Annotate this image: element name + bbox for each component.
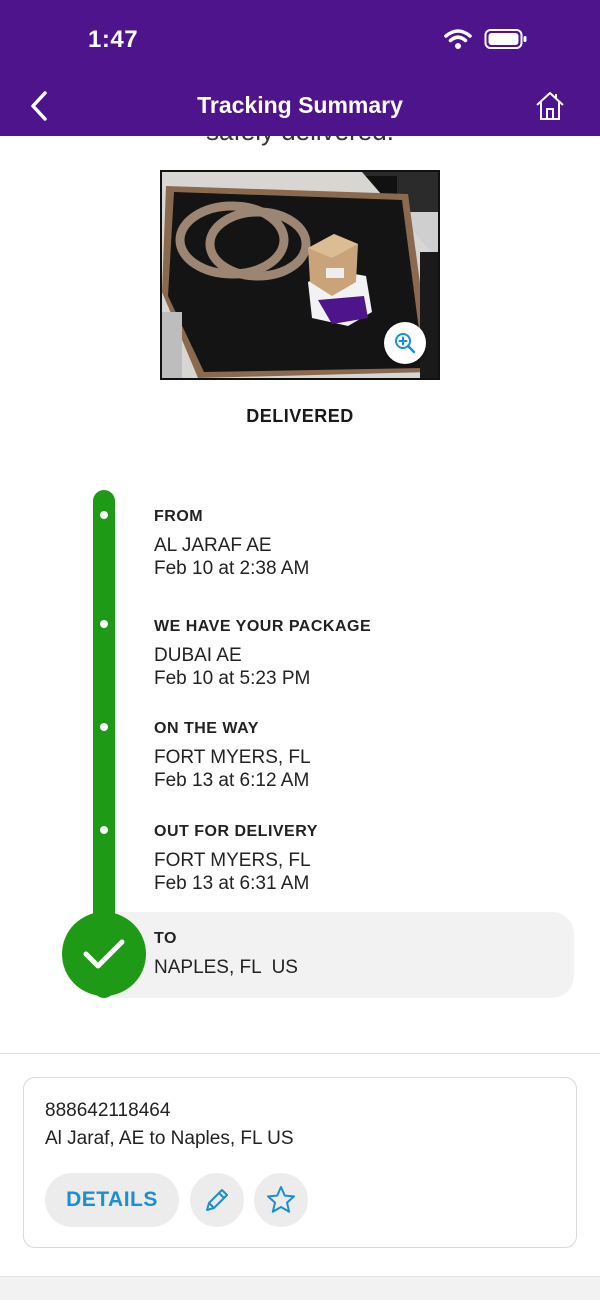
- status-icons: [444, 28, 528, 50]
- step-location: FORT MYERS, FL: [154, 747, 311, 768]
- timeline-dot: [100, 511, 108, 519]
- favorite-button[interactable]: [254, 1173, 308, 1227]
- status-time: 1:47: [88, 26, 139, 53]
- step-label: OUT FOR DELIVERY: [154, 823, 318, 840]
- timeline-step-from: FROM AL JARAF AE Feb 10 at 2:38 AM: [154, 508, 309, 580]
- shipment-route: Al Jaraf, AE to Naples, FL US: [45, 1128, 294, 1149]
- step-time: Feb 10 at 5:23 PM: [154, 668, 311, 689]
- battery-icon: [484, 29, 527, 49]
- step-time: Feb 10 at 2:38 AM: [154, 558, 310, 579]
- step-label: ON THE WAY: [154, 720, 259, 737]
- home-icon: [536, 92, 564, 120]
- delivery-heading: safely delivered.: [0, 136, 600, 147]
- step-label: WE HAVE YOUR PACKAGE: [154, 618, 372, 635]
- delivered-check-badge: [62, 912, 146, 996]
- timeline-step-picked-up: WE HAVE YOUR PACKAGE DUBAI AE Feb 10 at …: [154, 618, 371, 690]
- zoom-in-icon: [395, 333, 416, 354]
- checkmark-icon: [83, 939, 125, 969]
- shipment-card: 888642118464 Al Jaraf, AE to Naples, FL …: [23, 1077, 577, 1248]
- timeline-dot: [100, 723, 108, 731]
- timeline-dot: [100, 620, 108, 628]
- delivery-status: DELIVERED: [246, 406, 354, 426]
- step-time: Feb 13 at 6:31 AM: [154, 873, 310, 894]
- pencil-icon: [206, 1189, 228, 1211]
- step-location: FORT MYERS, FL: [154, 850, 311, 871]
- step-location: AL JARAF AE: [154, 535, 272, 556]
- timeline-step-on-the-way: ON THE WAY FORT MYERS, FL Feb 13 at 6:12…: [154, 720, 311, 792]
- zoom-photo-button[interactable]: [384, 322, 426, 364]
- timeline-step-out-for-delivery: OUT FOR DELIVERY FORT MYERS, FL Feb 13 a…: [154, 823, 318, 895]
- step-location: DUBAI AE: [154, 645, 242, 666]
- details-button[interactable]: DETAILS: [45, 1173, 179, 1227]
- home-button[interactable]: [532, 88, 568, 124]
- page-title: Tracking Summary: [197, 92, 403, 118]
- timeline-dot: [100, 826, 108, 834]
- step-label: TO: [154, 930, 177, 947]
- app-header: 1:47 Tracking Summary: [0, 0, 600, 136]
- edit-button[interactable]: [190, 1173, 244, 1227]
- tracking-number: 888642118464: [45, 1100, 171, 1121]
- star-icon: [267, 1186, 295, 1213]
- step-time: Feb 13 at 6:12 AM: [154, 770, 310, 791]
- section-divider: [0, 1053, 600, 1054]
- timeline-step-to: TO NAPLES, FL US: [154, 930, 298, 979]
- step-label: FROM: [154, 508, 204, 525]
- tracking-content: safely delivered. DELIVE: [0, 136, 600, 1300]
- proof-of-delivery-photo[interactable]: [160, 170, 440, 380]
- wifi-icon: [444, 29, 472, 49]
- step-location: NAPLES, FL US: [154, 957, 298, 978]
- bottom-section-edge: [0, 1276, 600, 1300]
